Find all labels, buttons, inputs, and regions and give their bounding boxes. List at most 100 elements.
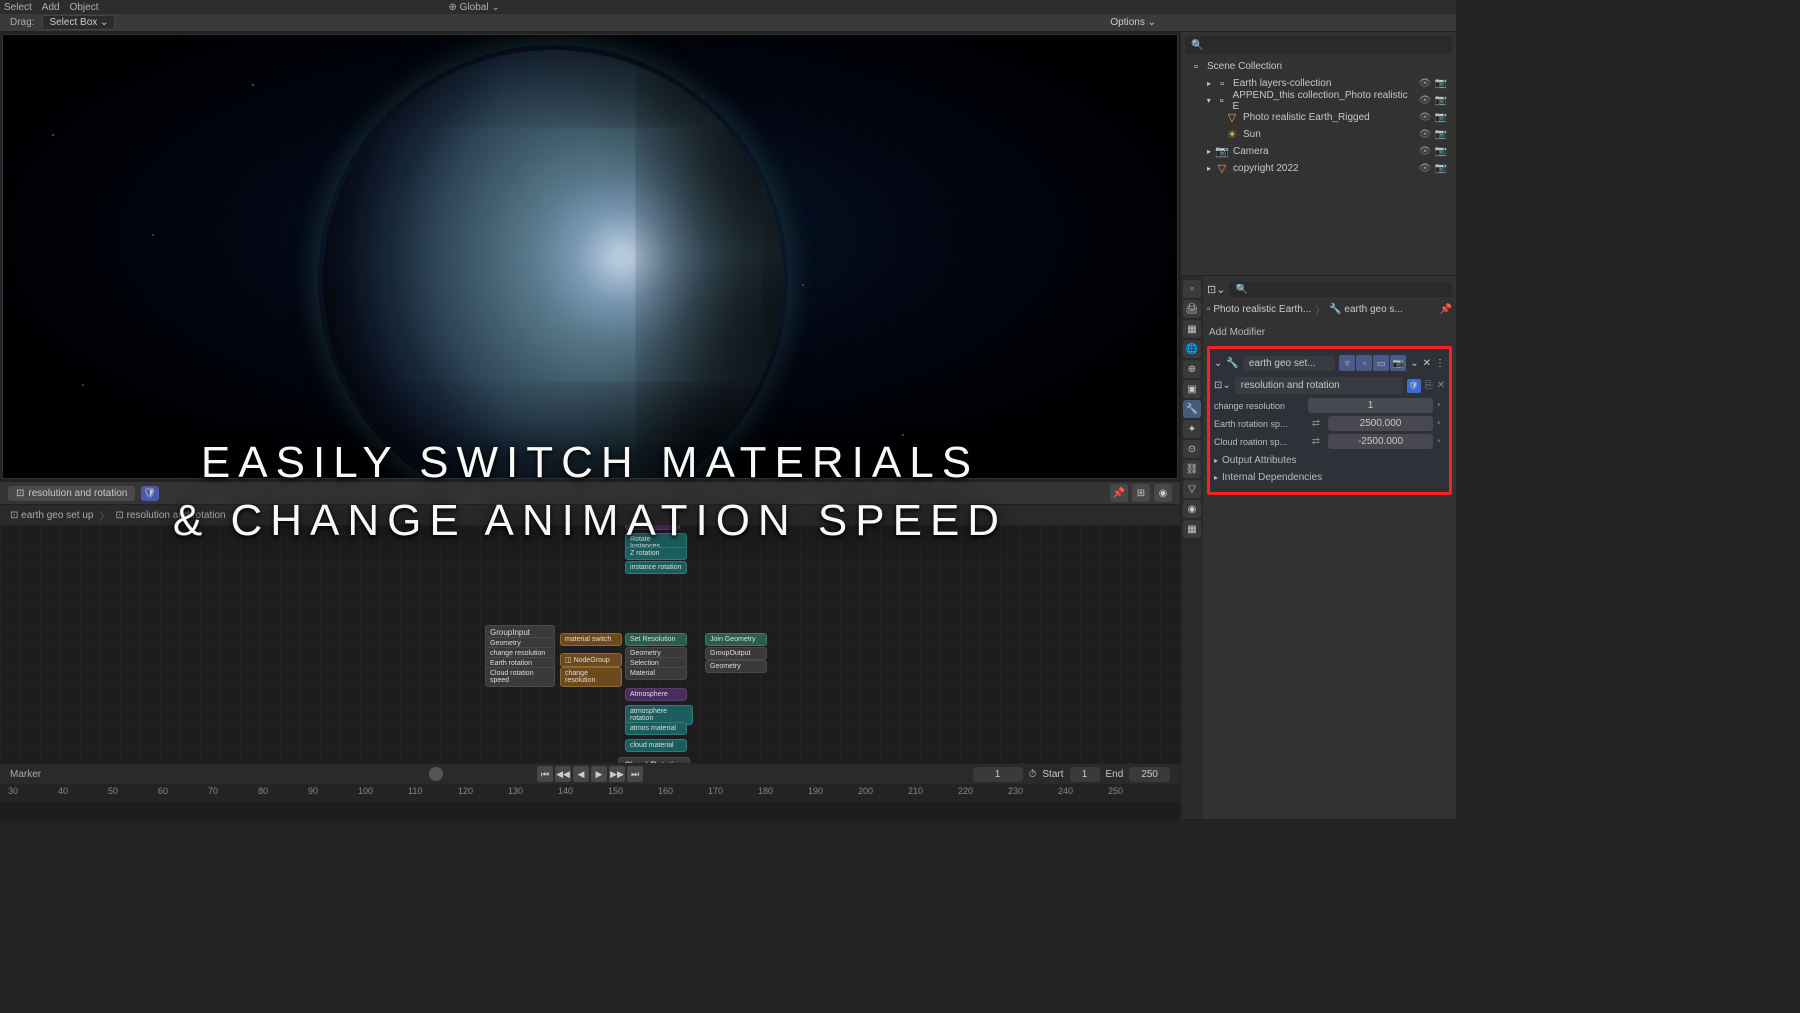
field-value-input[interactable]: 1: [1308, 398, 1433, 413]
anim-dot[interactable]: •: [1437, 418, 1445, 429]
outliner-search[interactable]: 🔍: [1185, 36, 1452, 54]
tab-scene[interactable]: 🌐: [1183, 340, 1201, 358]
breadcrumb-child[interactable]: ⊡ resolution and rotation: [115, 510, 225, 521]
field-value-input[interactable]: -2500.000: [1328, 434, 1433, 449]
node-cloud-rotation[interactable]: Cloud Rotation: [618, 757, 690, 763]
tab-constraint[interactable]: ⛓: [1183, 460, 1201, 478]
mod-toggle-viewport[interactable]: 📷: [1390, 355, 1406, 371]
tab-object[interactable]: ▣: [1183, 380, 1201, 398]
unlink-icon[interactable]: ✕: [1437, 380, 1445, 391]
options-dropdown[interactable]: Options ⌄: [1110, 17, 1156, 28]
render-icon[interactable]: 📷: [1434, 128, 1448, 142]
outliner-scene-collection[interactable]: ▫ Scene Collection: [1185, 58, 1452, 75]
mod-extras[interactable]: ⋮: [1435, 358, 1445, 369]
node-cloud-rot[interactable]: Cloud rotation speed: [485, 667, 555, 687]
menu-add[interactable]: Add: [42, 2, 60, 13]
node-instance-rotation[interactable]: instance rotation: [625, 561, 687, 574]
menu-object[interactable]: Object: [70, 2, 99, 13]
visibility-icon[interactable]: 👁: [1418, 94, 1432, 108]
node-cloud-material[interactable]: cloud material: [625, 739, 687, 752]
node-nodegroup[interactable]: ◫ NodeGroup: [560, 653, 622, 667]
snap-icon[interactable]: ⊞: [1132, 484, 1150, 502]
pin-icon[interactable]: 📌: [1110, 484, 1128, 502]
start-frame-input[interactable]: 1: [1070, 767, 1100, 782]
shield-icon[interactable]: 🛡: [1407, 379, 1421, 393]
tab-render[interactable]: ▫: [1183, 280, 1201, 298]
outliner-item[interactable]: ▾▫APPEND_this collection_Photo realistic…: [1185, 92, 1452, 109]
node-z-rotation[interactable]: Z rotation: [625, 547, 687, 560]
mod-toggle-edit[interactable]: ▿: [1339, 355, 1355, 371]
overlay-icon[interactable]: ◉: [1154, 484, 1172, 502]
link-icon[interactable]: ⇄: [1308, 417, 1324, 431]
outliner-item[interactable]: ▸▽copyright 2022👁📷: [1185, 160, 1452, 177]
render-icon[interactable]: 📷: [1434, 94, 1448, 108]
mod-close[interactable]: ✕: [1423, 358, 1431, 369]
expand-icon[interactable]: ⌄: [1214, 358, 1222, 369]
tab-output[interactable]: 🖨: [1183, 300, 1201, 318]
auto-key-toggle[interactable]: [429, 767, 443, 781]
transform-global[interactable]: ⊕ Global ⌄: [449, 2, 500, 13]
mod-dropdown[interactable]: ⌄: [1410, 358, 1418, 369]
visibility-icon[interactable]: 👁: [1418, 128, 1432, 142]
shield-toggle[interactable]: 🛡: [141, 486, 159, 501]
add-modifier-button[interactable]: Add Modifier: [1207, 325, 1452, 340]
timeline-track[interactable]: [0, 802, 1180, 820]
visibility-icon[interactable]: 👁: [1418, 145, 1432, 159]
anim-dot[interactable]: •: [1437, 436, 1445, 447]
link-icon[interactable]: ⇄: [1308, 435, 1324, 449]
visibility-icon[interactable]: 👁: [1418, 111, 1432, 125]
pin-icon[interactable]: 📌: [1440, 304, 1452, 315]
anim-dot[interactable]: •: [1437, 400, 1445, 411]
play-button[interactable]: ▶: [591, 766, 607, 782]
node-material[interactable]: Material: [625, 667, 687, 680]
outliner-item[interactable]: ▽Photo realistic Earth_Rigged👁📷: [1185, 109, 1452, 126]
node-atmos-material[interactable]: atmos material: [625, 722, 687, 735]
nodegroup-selector[interactable]: resolution and rotation: [1235, 377, 1403, 394]
modifier-name-input[interactable]: earth geo set...: [1243, 356, 1335, 371]
render-icon[interactable]: 📷: [1434, 77, 1448, 91]
timeline-ruler[interactable]: 3040506070809010011012013014015016017018…: [0, 784, 1180, 802]
tab-particle[interactable]: ✦: [1183, 420, 1201, 438]
tab-material[interactable]: ◉: [1183, 500, 1201, 518]
modifier-section[interactable]: Internal Dependencies: [1214, 469, 1445, 486]
nodegroup-selector[interactable]: ⊡ resolution and rotation: [8, 486, 135, 501]
render-icon[interactable]: 📷: [1434, 162, 1448, 176]
node-geometry3[interactable]: Geometry: [705, 660, 767, 673]
menu-select[interactable]: Select: [4, 2, 32, 13]
mod-toggle-realtime[interactable]: ▫: [1356, 355, 1372, 371]
jump-end-button[interactable]: ⏭: [627, 766, 643, 782]
current-frame-input[interactable]: 1: [973, 767, 1023, 782]
visibility-icon[interactable]: 👁: [1418, 77, 1432, 91]
modifier-section[interactable]: Output Attributes: [1214, 452, 1445, 469]
play-reverse-button[interactable]: ◀: [573, 766, 589, 782]
tab-data[interactable]: ▽: [1183, 480, 1201, 498]
node-join-geometry[interactable]: Join Geometry: [705, 633, 767, 646]
visibility-icon[interactable]: 👁: [1418, 162, 1432, 176]
tab-texture[interactable]: ▦: [1183, 520, 1201, 538]
tab-world[interactable]: ⊕: [1183, 360, 1201, 378]
render-icon[interactable]: 📷: [1434, 145, 1448, 159]
node-set-resolution[interactable]: Set Resolution: [625, 633, 687, 646]
breadcrumb-root[interactable]: ⊡ earth geo set up: [10, 510, 93, 521]
select-mode-dropdown[interactable]: Select Box ⌄: [42, 15, 115, 30]
outliner-item[interactable]: ☀Sun👁📷: [1185, 126, 1452, 143]
props-search-input[interactable]: [1229, 282, 1452, 297]
tab-view[interactable]: ▦: [1183, 320, 1201, 338]
node-group-output[interactable]: GroupOutput: [705, 647, 767, 660]
props-editor-type[interactable]: ⊡⌄: [1207, 283, 1225, 296]
outliner-item[interactable]: ▸📷Camera👁📷: [1185, 143, 1452, 160]
breadcrumb-modifier[interactable]: 🔧 earth geo s...: [1329, 304, 1403, 315]
prev-keyframe-button[interactable]: ◀◀: [555, 766, 571, 782]
next-keyframe-button[interactable]: ▶▶: [609, 766, 625, 782]
end-frame-input[interactable]: 250: [1129, 767, 1170, 782]
mod-toggle-render[interactable]: ▭: [1373, 355, 1389, 371]
node-change-res-2[interactable]: change resolution: [560, 667, 622, 687]
breadcrumb-object[interactable]: ▫ Photo realistic Earth...: [1207, 304, 1311, 315]
field-value-input[interactable]: 2500.000: [1328, 416, 1433, 431]
copy-icon[interactable]: ⎘: [1425, 380, 1433, 391]
node-material-switch[interactable]: material switch: [560, 633, 622, 646]
tab-modifier[interactable]: 🔧: [1183, 400, 1201, 418]
node-atmosphere[interactable]: Atmosphere: [625, 688, 687, 701]
3d-viewport[interactable]: [2, 34, 1178, 479]
node-editor-canvas[interactable]: GroupInput Geometry change resolution Ea…: [0, 525, 1180, 763]
